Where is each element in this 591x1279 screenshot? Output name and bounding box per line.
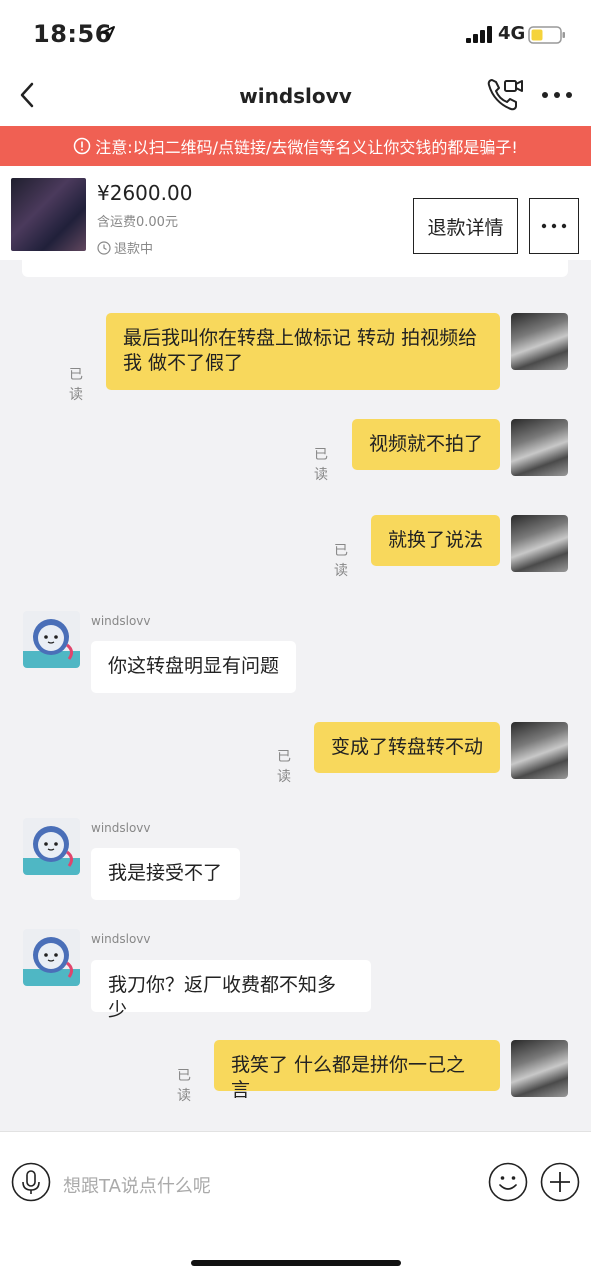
product-more-button[interactable] <box>529 198 579 254</box>
plus-icon[interactable] <box>540 1162 580 1202</box>
previous-message-card-edge <box>22 260 568 277</box>
nav-bar: windslovv <box>0 68 591 126</box>
message-bubble[interactable]: 最后我叫你在转盘上做标记 转动 拍视频给我 做不了假了 <box>106 313 500 390</box>
sender-name: windslovv <box>91 821 151 835</box>
cat-astronaut-avatar-icon <box>23 611 80 668</box>
read-receipt: 已读 <box>69 367 83 403</box>
more-options-icon[interactable] <box>541 90 573 100</box>
message-bubble[interactable]: 我笑了 什么都是拼你一己之言 <box>214 1040 500 1101</box>
message-input[interactable]: 想跟TA说点什么呢 <box>63 1172 211 1198</box>
contact-avatar[interactable] <box>23 818 80 875</box>
cat-astronaut-avatar-icon <box>23 929 80 986</box>
message-bubble[interactable]: 视频就不拍了 <box>352 419 500 470</box>
scam-warning-banner: 注意:以扫二维码/点链接/去微信等名义让你交钱的都是骗子! <box>0 126 591 166</box>
order-state: 退款中 <box>97 238 153 257</box>
home-indicator[interactable] <box>191 1260 401 1266</box>
product-thumbnail[interactable] <box>11 178 86 251</box>
my-avatar[interactable] <box>511 313 568 370</box>
cell-signal-icon <box>466 26 492 43</box>
message-bubble[interactable]: 我是接受不了 <box>91 848 240 900</box>
status-bar: 18:56 4G <box>0 0 591 68</box>
clock-icon <box>97 240 111 255</box>
my-avatar[interactable] <box>511 419 568 476</box>
read-receipt: 已读 <box>334 543 348 579</box>
my-avatar[interactable] <box>511 1040 568 1097</box>
emoji-icon[interactable] <box>488 1162 528 1202</box>
message-bubble[interactable]: 我刀你？返厂收费都不知多少 <box>91 960 371 1021</box>
product-price: ¥2600.00 <box>97 181 193 205</box>
network-type: 4G <box>498 23 526 44</box>
read-receipt: 已读 <box>277 749 291 785</box>
refund-details-button[interactable]: 退款详情 <box>413 198 518 254</box>
product-shipping: 含运费0.00元 <box>97 215 178 230</box>
chat-input-bar: 想跟TA说点什么呢 <box>0 1131 591 1231</box>
microphone-icon[interactable] <box>11 1162 51 1202</box>
my-avatar[interactable] <box>511 722 568 779</box>
battery-icon <box>528 26 565 44</box>
contact-avatar[interactable] <box>23 929 80 986</box>
message-bubble[interactable]: 就换了说法 <box>371 515 500 566</box>
message-bubble[interactable]: 变成了转盘转不动 <box>314 722 500 773</box>
warning-icon <box>73 137 91 155</box>
phone-video-call-icon[interactable] <box>486 76 524 112</box>
more-dots-icon <box>541 223 567 229</box>
message-bubble[interactable]: 你这转盘明显有问题 <box>91 641 296 693</box>
product-card[interactable]: ¥2600.00 含运费0.00元 退款中 退款详情 <box>0 166 591 260</box>
sender-name: windslovv <box>91 614 151 628</box>
home-indicator-area <box>0 1231 591 1279</box>
read-receipt: 已读 <box>314 447 328 483</box>
cat-astronaut-avatar-icon <box>23 818 80 875</box>
sender-name: windslovv <box>91 932 151 946</box>
my-avatar[interactable] <box>511 515 568 572</box>
warning-text: 注意:以扫二维码/点链接/去微信等名义让你交钱的都是骗子! <box>95 138 518 157</box>
order-state-label: 退款中 <box>114 242 154 257</box>
location-arrow-icon <box>101 26 115 40</box>
read-receipt: 已读 <box>177 1068 191 1104</box>
contact-avatar[interactable] <box>23 611 80 668</box>
